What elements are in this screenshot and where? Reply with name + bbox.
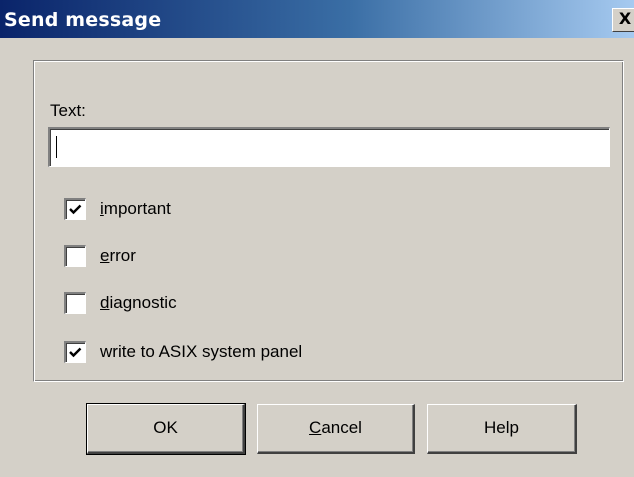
window-title: Send message <box>4 9 162 31</box>
diagnostic-label: diagnostic <box>100 293 177 312</box>
options-group <box>33 60 624 382</box>
important-label: important <box>100 199 171 218</box>
text-input[interactable] <box>48 127 610 167</box>
text-caret <box>56 136 57 158</box>
important-checkbox[interactable] <box>64 198 86 220</box>
title-bar: Send message X <box>0 0 634 38</box>
text-label: Text: <box>50 101 86 120</box>
diagnostic-checkbox[interactable] <box>64 292 86 314</box>
write-to-asix-label: write to ASIX system panel <box>100 342 303 361</box>
check-icon <box>69 204 82 215</box>
error-label: error <box>100 246 136 265</box>
cancel-button[interactable]: Cancel <box>257 404 415 454</box>
check-icon <box>69 347 82 358</box>
close-button[interactable]: X <box>612 8 634 32</box>
close-icon: X <box>618 9 632 28</box>
help-button[interactable]: Help <box>427 404 577 454</box>
ok-button[interactable]: OK <box>86 403 246 455</box>
error-checkbox[interactable] <box>64 245 86 267</box>
write-to-asix-checkbox[interactable] <box>64 341 86 363</box>
